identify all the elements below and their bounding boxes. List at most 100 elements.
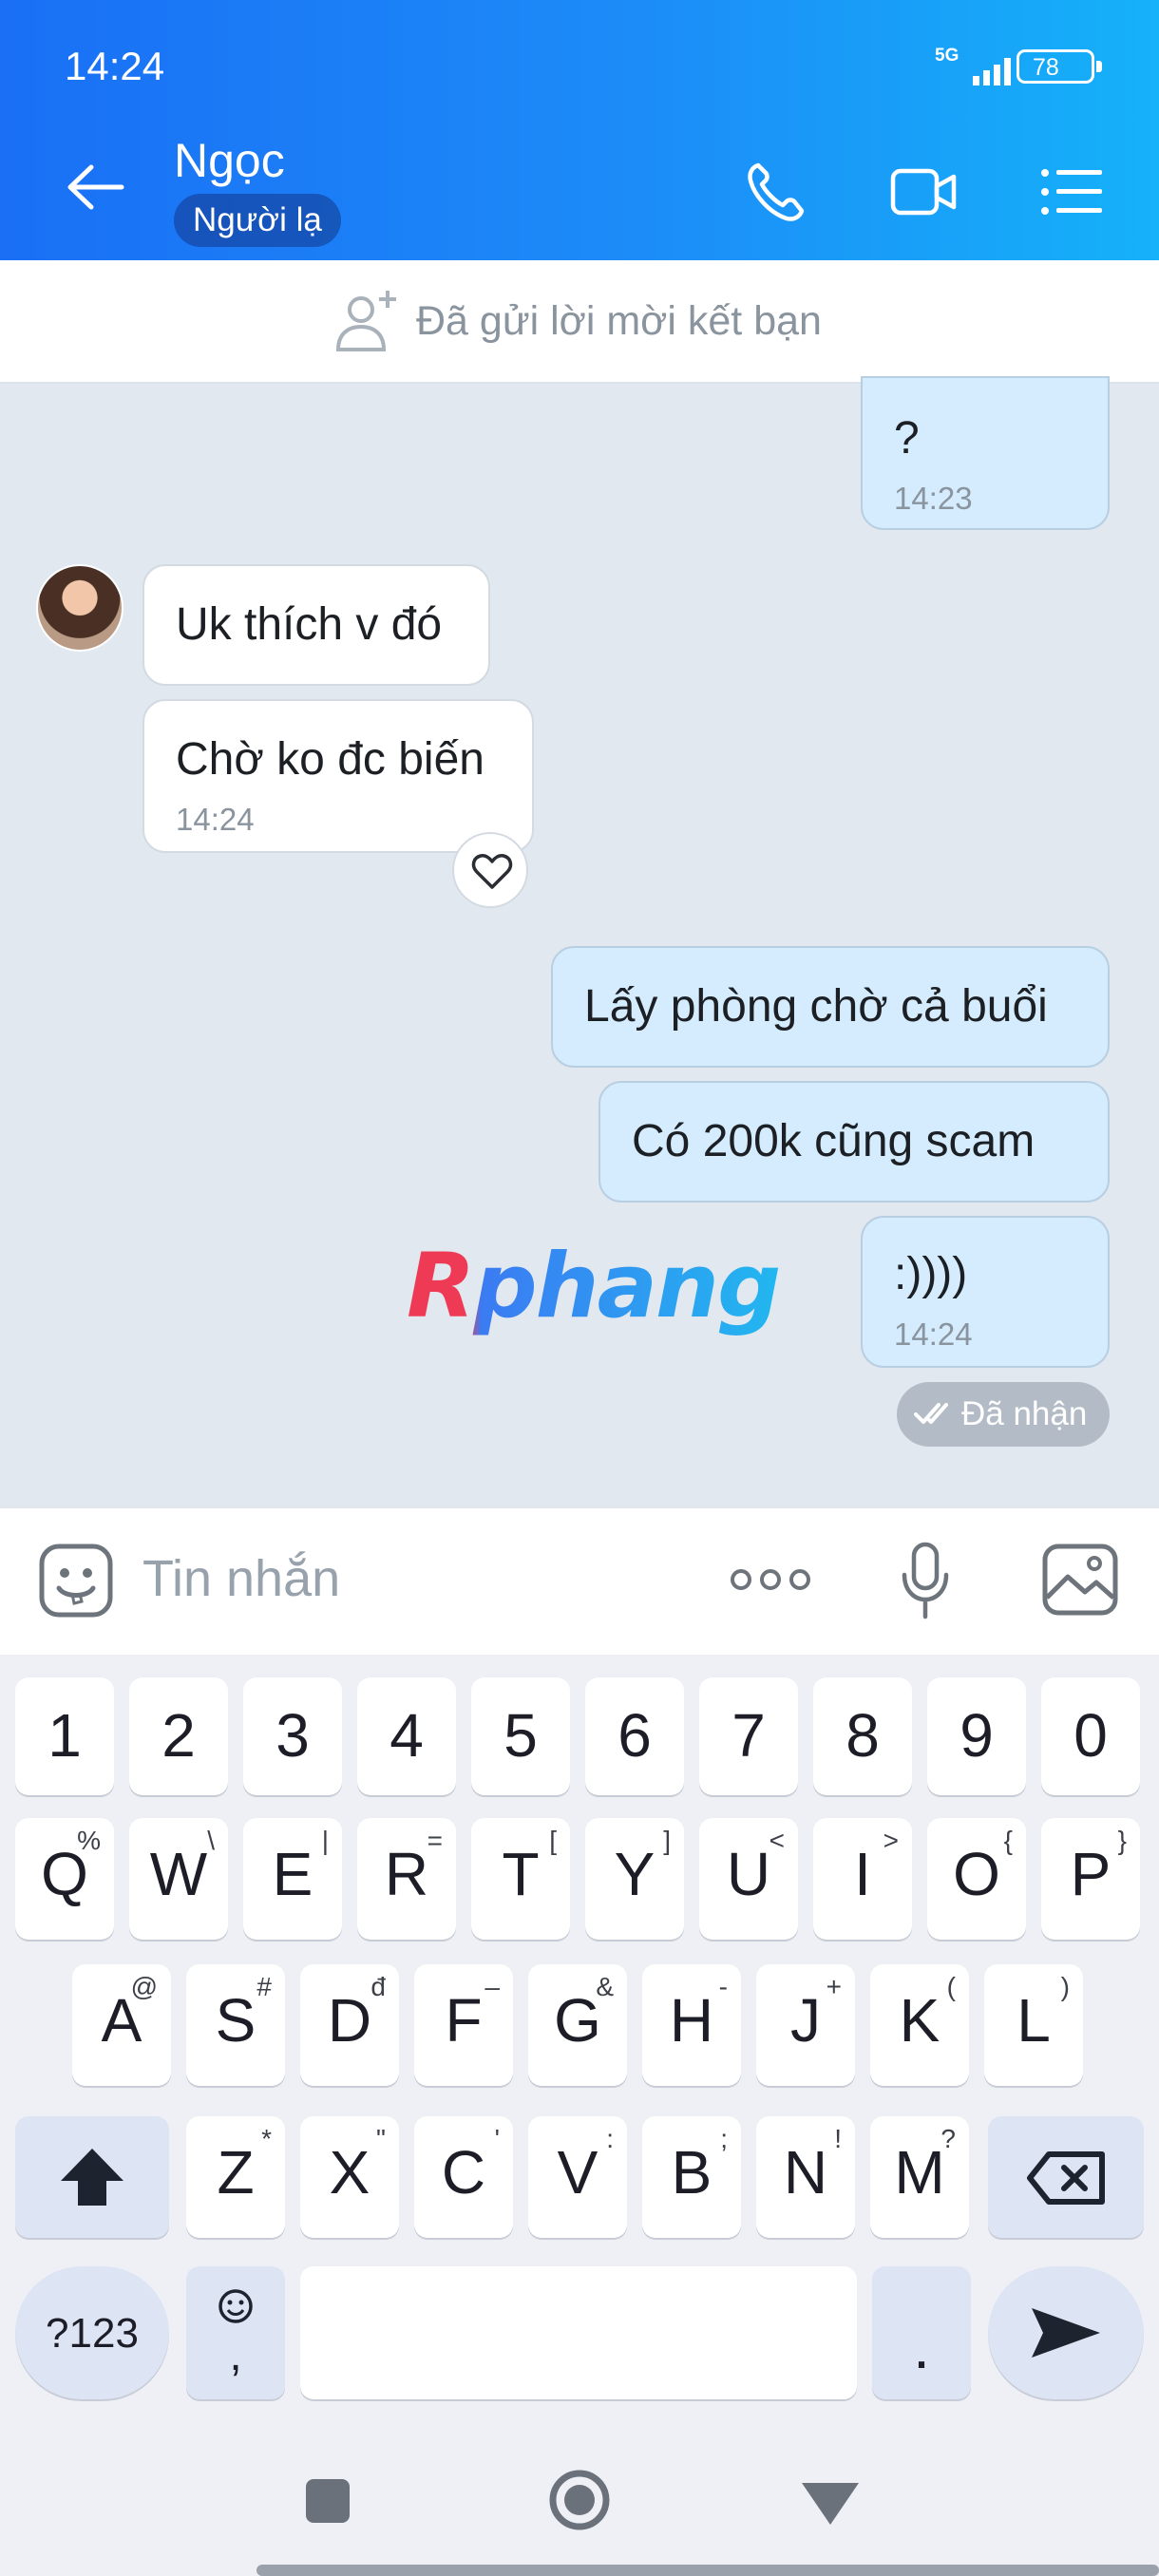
key-secondary-label: ' <box>494 2124 500 2153</box>
symbols-key[interactable]: ?123 <box>15 2266 169 2399</box>
key-label: . <box>913 2313 930 2381</box>
contact-name[interactable]: Ngọc <box>174 133 285 188</box>
battery-icon: 78 <box>1016 49 1102 84</box>
key-2[interactable]: 2 <box>129 1677 228 1795</box>
image-gallery-icon[interactable] <box>1041 1543 1119 1617</box>
key-secondary-label: { <box>1003 1826 1013 1855</box>
key-x[interactable]: X " <box>300 2116 399 2238</box>
key-r[interactable]: R = <box>357 1818 456 1940</box>
key-label: 2 <box>162 1701 196 1770</box>
more-options-icon[interactable] <box>728 1565 813 1594</box>
key-o[interactable]: O{ <box>927 1818 1026 1940</box>
friend-request-bar: Đã gửi lời mời kết bạn <box>0 260 1159 384</box>
recent-apps-icon[interactable] <box>291 2466 363 2538</box>
message-bubble-in[interactable]: Uk thích v đó <box>142 564 490 686</box>
key-secondary-label: # <box>256 1972 272 2001</box>
key-5[interactable]: 5 <box>471 1677 570 1795</box>
status-time: 14:24 <box>65 44 165 88</box>
key-f[interactable]: F – <box>414 1964 513 2086</box>
key-c[interactable]: C ' <box>414 2116 513 2238</box>
key-6[interactable]: 6 <box>585 1677 684 1795</box>
message-input[interactable] <box>142 1541 618 1617</box>
friend-request-text: Đã gửi lời mời kết bạn <box>416 298 822 344</box>
key-a[interactable]: A @ <box>72 1964 171 2086</box>
key-s[interactable]: S # <box>186 1964 285 2086</box>
double-check-icon <box>914 1403 948 1424</box>
watermark-logo: Rphang <box>407 1235 781 1338</box>
key-label: 4 <box>390 1701 424 1770</box>
key-secondary-label: ; <box>720 2124 728 2153</box>
key-secondary-label: % <box>77 1826 101 1855</box>
key-secondary-label: [ <box>549 1826 557 1855</box>
key-n[interactable]: N! <box>756 2116 855 2238</box>
message-text: ? <box>894 413 920 464</box>
key-secondary-label: * <box>261 2124 272 2153</box>
key-9[interactable]: 9 <box>927 1677 1026 1795</box>
space-key[interactable] <box>300 2266 857 2399</box>
key-7[interactable]: 7 <box>699 1677 798 1795</box>
key-u[interactable]: U < <box>699 1818 798 1940</box>
message-bubble-out[interactable]: Lấy phòng chờ cả buổi <box>551 946 1110 1068</box>
key-t[interactable]: T[ <box>471 1818 570 1940</box>
message-bubble-in[interactable]: Chờ ko đc biến 14:24 <box>142 699 534 853</box>
message-time: 14:23 <box>894 481 973 516</box>
send-arrow-icon <box>1032 2308 1100 2358</box>
back-arrow-icon[interactable] <box>63 154 129 220</box>
key-secondary-label: ? <box>940 2124 956 2153</box>
key-d[interactable]: Dđ <box>300 1964 399 2086</box>
video-call-icon[interactable] <box>887 156 960 228</box>
key-secondary-label: > <box>883 1826 899 1855</box>
react-heart-button[interactable] <box>452 832 528 908</box>
key-z[interactable]: Z * <box>186 2116 285 2238</box>
key-i[interactable]: I > <box>813 1818 912 1940</box>
message-bubble-out[interactable]: Có 200k cũng scam <box>598 1081 1110 1203</box>
message-text: Lấy phòng chờ cả buổi <box>584 981 1048 1032</box>
on-screen-keyboard: 1 2 3 4 5 6 7 8 9 0 Q% W \ E | R = T[ Y] U <… <box>0 1655 1159 2413</box>
system-nav-bar <box>0 2413 1159 2576</box>
contact-avatar[interactable] <box>36 564 124 652</box>
key-k[interactable]: K( <box>870 1964 969 2086</box>
backspace-key[interactable] <box>988 2116 1144 2238</box>
key-secondary-label: \ <box>207 1826 215 1855</box>
back-triangle-icon[interactable] <box>794 2466 866 2538</box>
key-8[interactable]: 8 <box>813 1677 912 1795</box>
shift-key[interactable] <box>15 2116 169 2238</box>
key-1[interactable]: 1 <box>15 1677 114 1795</box>
key-secondary-label: = <box>427 1826 443 1855</box>
phone-icon[interactable] <box>739 156 811 228</box>
key-0[interactable]: 0 <box>1041 1677 1140 1795</box>
home-icon[interactable] <box>543 2466 616 2538</box>
add-friend-icon <box>335 291 396 351</box>
stranger-badge: Người lạ <box>174 194 341 247</box>
emoji-comma-key[interactable]: , <box>186 2266 285 2399</box>
key-secondary-label: | <box>321 1826 329 1855</box>
key-4[interactable]: 4 <box>357 1677 456 1795</box>
key-h[interactable]: H- <box>642 1964 741 2086</box>
key-label: 0 <box>1074 1701 1108 1770</box>
menu-list-icon[interactable] <box>1036 156 1108 228</box>
received-status-text: Đã nhận <box>961 1395 1088 1432</box>
shift-arrow-icon <box>61 2149 124 2206</box>
key-y[interactable]: Y] <box>585 1818 684 1940</box>
battery-level: 78 <box>1033 54 1059 81</box>
emoji-sticker-icon[interactable] <box>38 1543 114 1619</box>
chat-header: 14:24 5G 78 Ngọc Người lạ <box>0 0 1159 260</box>
microphone-icon[interactable] <box>899 1541 952 1620</box>
key-3[interactable]: 3 <box>243 1677 342 1795</box>
key-g[interactable]: G & <box>528 1964 627 2086</box>
key-e[interactable]: E | <box>243 1818 342 1940</box>
key-w[interactable]: W \ <box>129 1818 228 1940</box>
key-j[interactable]: J + <box>756 1964 855 2086</box>
key-v[interactable]: V: <box>528 2116 627 2238</box>
key-q[interactable]: Q% <box>15 1818 114 1940</box>
key-label: 1 <box>48 1701 82 1770</box>
message-bubble-out[interactable]: ? 14:23 <box>861 376 1110 530</box>
key-l[interactable]: L) <box>984 1964 1083 2086</box>
key-p[interactable]: P} <box>1041 1818 1140 1940</box>
send-key[interactable] <box>988 2266 1144 2399</box>
key-label: , <box>229 2330 242 2380</box>
key-m[interactable]: M? <box>870 2116 969 2238</box>
period-key[interactable]: . <box>872 2266 971 2399</box>
key-b[interactable]: B; <box>642 2116 741 2238</box>
message-bubble-out[interactable]: :)))) 14:24 <box>861 1216 1110 1368</box>
